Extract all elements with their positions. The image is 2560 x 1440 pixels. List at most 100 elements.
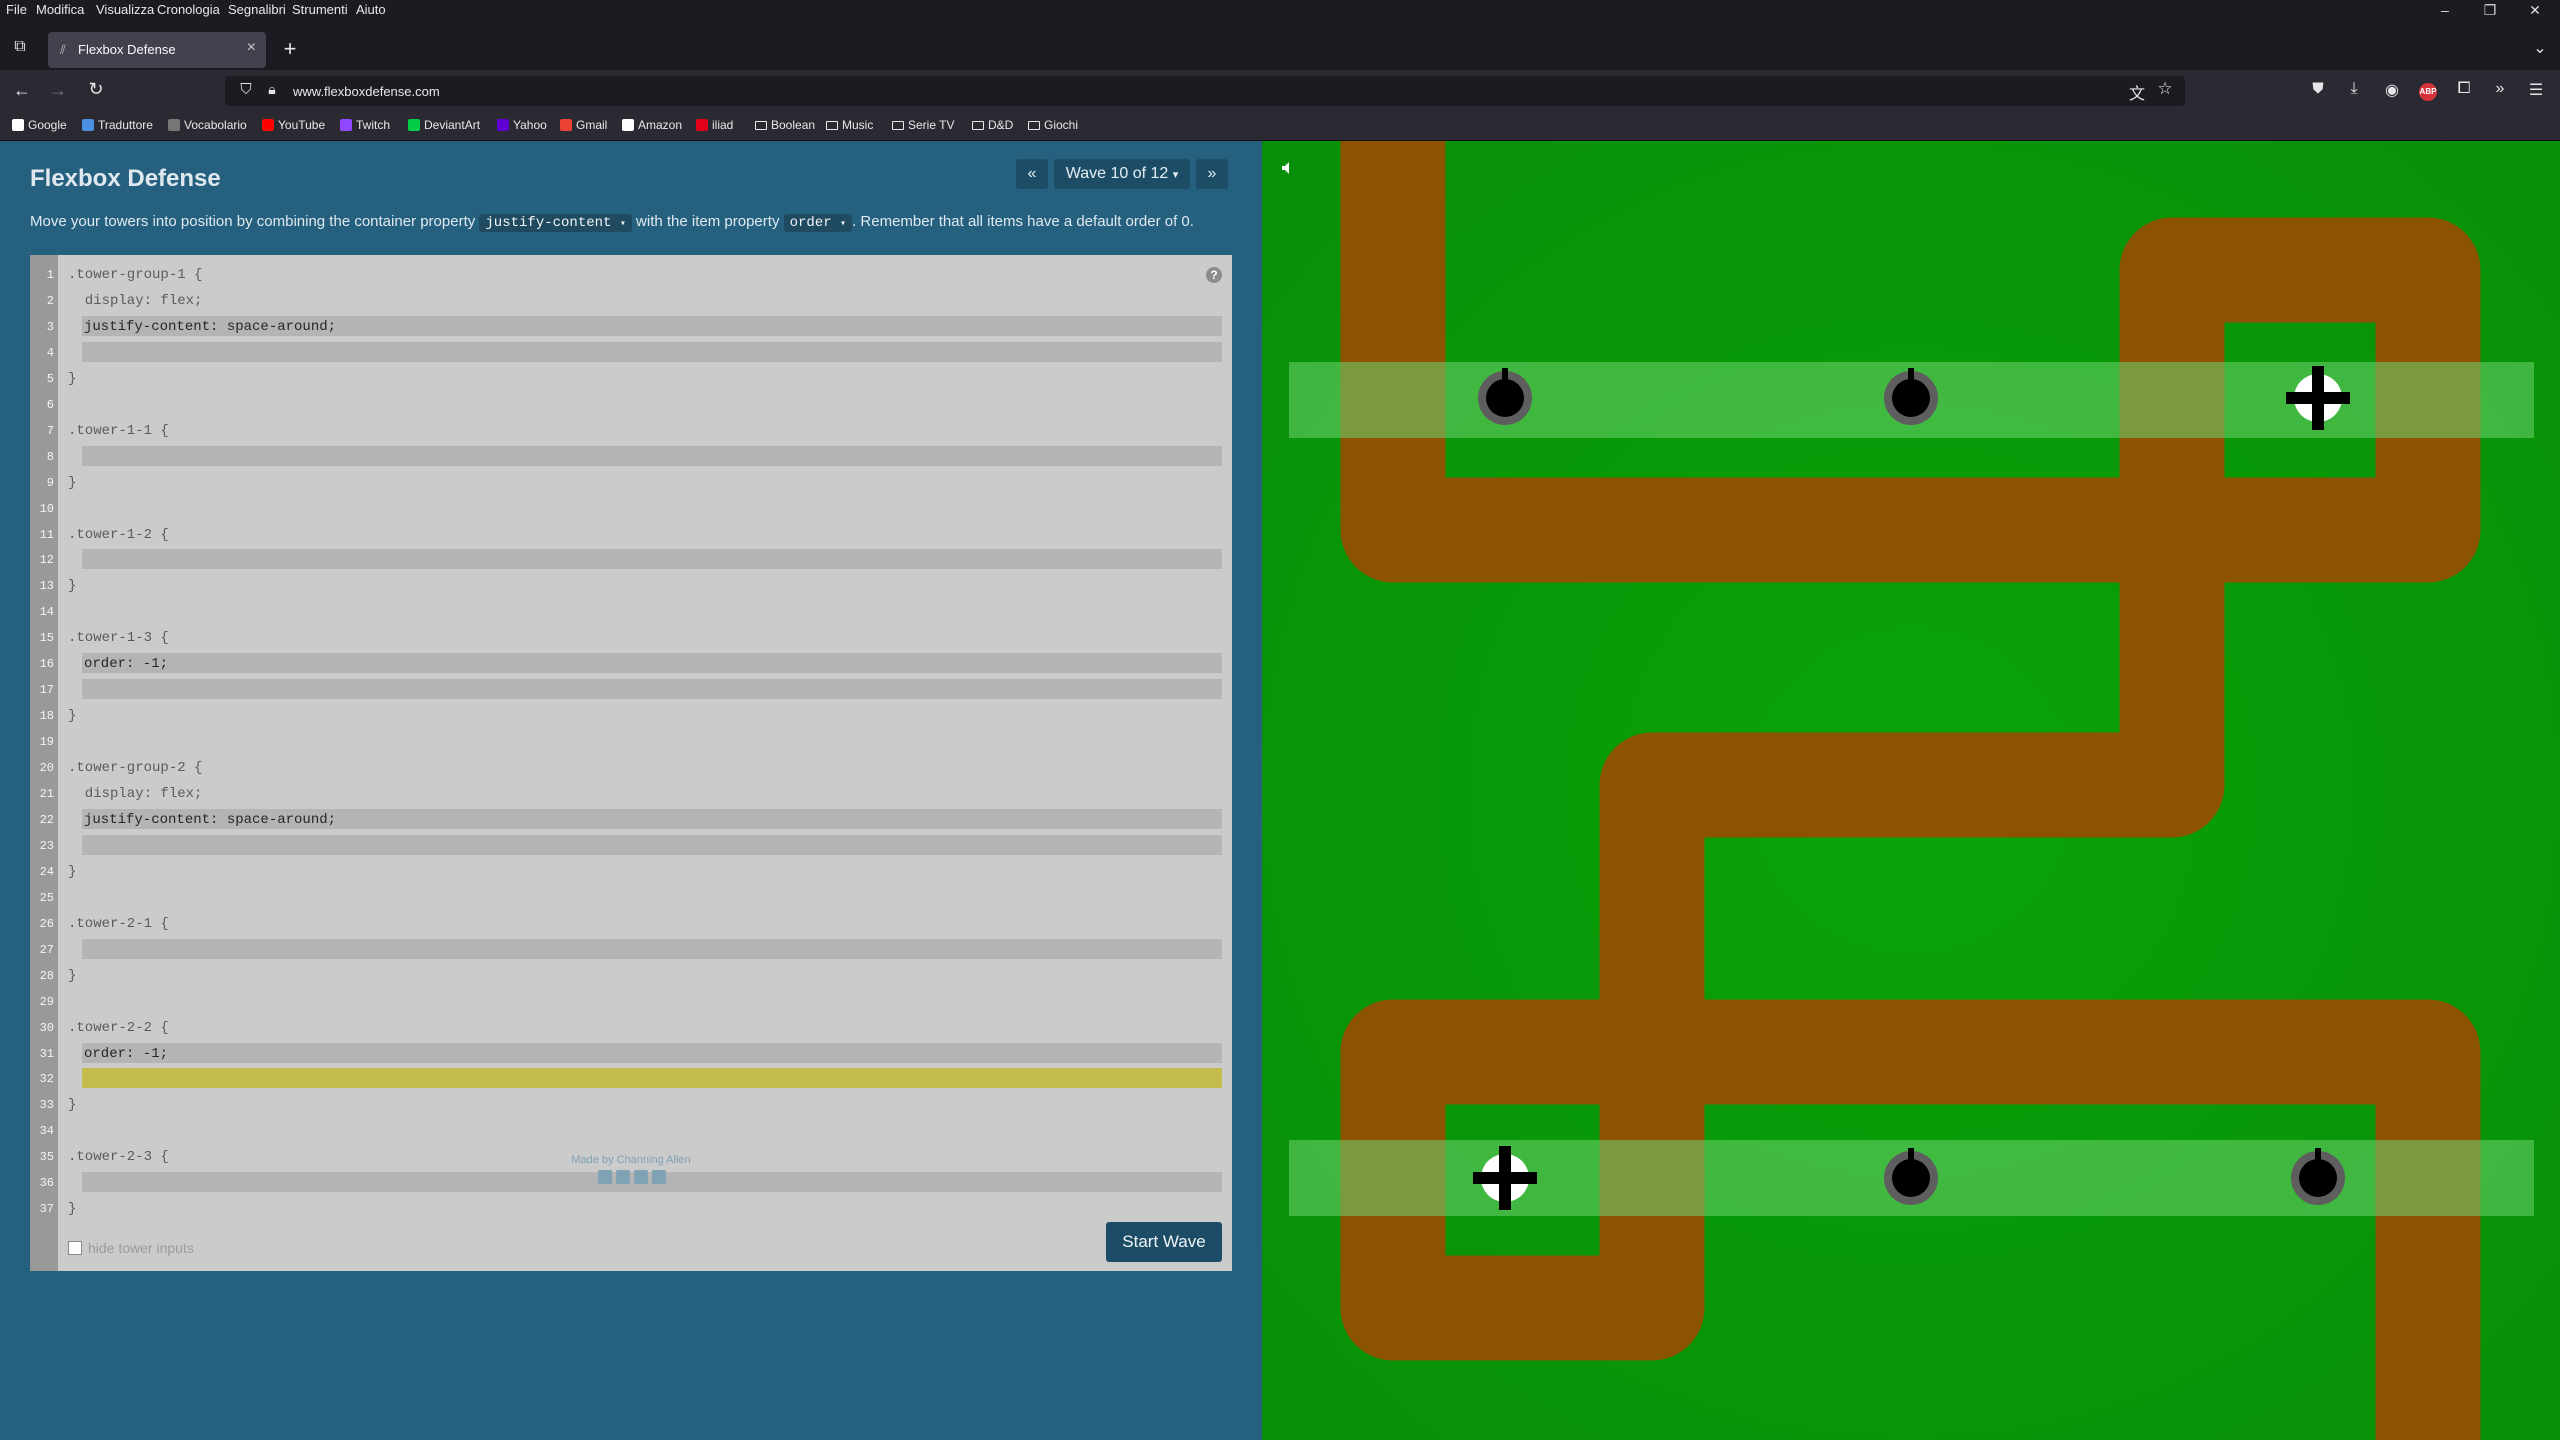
- code-input[interactable]: [82, 834, 1222, 855]
- code-input[interactable]: [82, 549, 1222, 570]
- code-line: }: [68, 863, 77, 880]
- bookmark-youtube[interactable]: YouTube: [262, 118, 325, 132]
- caret-down-icon: ▾: [840, 219, 847, 230]
- next-wave-button[interactable]: »: [1196, 159, 1228, 189]
- bookmark-star-icon[interactable]: ☆: [2155, 79, 2175, 99]
- code-input[interactable]: [82, 679, 1222, 700]
- bookmark-iliad[interactable]: iliad: [696, 118, 733, 132]
- iliad-icon: [696, 119, 708, 131]
- line-number: 36: [39, 1176, 54, 1191]
- shield-icon[interactable]: ⛉: [237, 81, 255, 98]
- menu-file[interactable]: File: [6, 2, 27, 17]
- bookmark-deviantart[interactable]: DeviantArt: [408, 118, 480, 132]
- hamburger-menu-icon[interactable]: ☰: [2524, 80, 2548, 100]
- minimize-icon[interactable]: –: [2425, 0, 2465, 20]
- close-window-icon[interactable]: ✕: [2515, 0, 2555, 20]
- tab-flexbox-defense[interactable]: ⫽ Flexbox Defense ×: [48, 32, 266, 68]
- code-input[interactable]: [82, 653, 1222, 674]
- tab-overview-icon[interactable]: ⧉: [8, 38, 32, 56]
- help-icon[interactable]: ?: [1206, 267, 1222, 283]
- bookmark-label: Serie TV: [908, 118, 955, 132]
- line-number: 11: [39, 527, 54, 542]
- css-editor: 1 2 3 4 5 6 7 8 9 10 11 12 13 14 15 16 17 18 19 20 21 22 23 24 2…: [30, 255, 1232, 1271]
- sound-icon[interactable]: [1280, 160, 1296, 176]
- line-number: 33: [39, 1098, 54, 1113]
- code-input-value: justify-content: space-around;: [84, 811, 337, 828]
- justify-content-label: justify-content: [485, 215, 612, 231]
- translate-icon[interactable]: 文: [2127, 80, 2147, 104]
- tab-strip: ⧉ ⫽ Flexbox Defense × + ⌄: [0, 30, 2560, 70]
- line-number: 27: [39, 942, 54, 957]
- close-tab-icon[interactable]: ×: [247, 39, 256, 57]
- bookmark-gmail[interactable]: Gmail: [560, 118, 607, 132]
- code-line: }: [68, 578, 77, 595]
- hide-tower-inputs-toggle[interactable]: hide tower inputs: [68, 1240, 194, 1256]
- bookmark-amazon[interactable]: Amazon: [622, 118, 682, 132]
- pocket-icon[interactable]: ⛊: [2306, 80, 2330, 97]
- account-icon[interactable]: ◉: [2380, 80, 2404, 100]
- line-number: 4: [46, 345, 54, 360]
- forward-icon[interactable]: →: [46, 80, 70, 101]
- bookmark-twitch[interactable]: Twitch: [340, 118, 390, 132]
- bookmark-boolean[interactable]: Boolean: [755, 118, 815, 132]
- menu-visualizza[interactable]: Visualizza: [96, 2, 154, 17]
- start-wave-button[interactable]: Start Wave: [1106, 1222, 1222, 1262]
- code-input[interactable]: [82, 1042, 1222, 1063]
- extensions-icon[interactable]: ⧠: [2452, 80, 2476, 98]
- code-input[interactable]: [82, 938, 1222, 959]
- menu-strumenti[interactable]: Strumenti: [292, 2, 348, 17]
- bookmark-label: Amazon: [638, 118, 683, 132]
- line-number: 32: [39, 1072, 54, 1087]
- bookmark-giochi[interactable]: Giochi: [1028, 118, 1078, 132]
- instructions: Move your towers into position by combin…: [30, 213, 1194, 232]
- menu-cronologia[interactable]: Cronologia: [157, 2, 220, 17]
- github-icon[interactable]: [652, 1170, 666, 1184]
- line-number: 37: [39, 1202, 54, 1217]
- url-bar[interactable]: ⛉ 🔒︎ www.flexboxdefense.com 文 ☆: [225, 76, 2185, 106]
- downloads-icon[interactable]: ⤓: [2342, 80, 2366, 98]
- facebook-icon[interactable]: [598, 1170, 612, 1184]
- bookmark-music[interactable]: Music: [826, 118, 873, 132]
- treccani-icon: [168, 119, 180, 131]
- bookmark-d-d[interactable]: D&D: [972, 118, 1013, 132]
- bookmark-label: Vocabolario: [184, 118, 247, 132]
- list-tabs-icon[interactable]: ⌄: [2528, 38, 2552, 58]
- line-number: 30: [39, 1020, 54, 1035]
- lock-icon[interactable]: 🔒︎: [263, 81, 281, 98]
- bookmark-vocabolario[interactable]: Vocabolario: [168, 118, 247, 132]
- line-number: 13: [39, 579, 54, 594]
- bookmark-label: Boolean: [771, 118, 816, 132]
- linkedin-icon[interactable]: [634, 1170, 648, 1184]
- adblock-icon[interactable]: ABP: [2419, 83, 2437, 101]
- order-dropdown[interactable]: order ▾: [783, 214, 853, 232]
- code-line: display: flex;: [68, 292, 203, 309]
- line-number: 29: [39, 994, 54, 1009]
- bookmark-yahoo[interactable]: Yahoo: [497, 118, 547, 132]
- code-input[interactable]: [82, 445, 1222, 466]
- hide-tower-inputs-checkbox[interactable]: [68, 1241, 82, 1255]
- menu-segnalibri[interactable]: Segnalibri: [228, 2, 286, 17]
- wave-select-button[interactable]: Wave 10 of 12 ▾: [1054, 159, 1190, 189]
- active-code-input[interactable]: [82, 1068, 1222, 1089]
- reload-icon[interactable]: ↻: [84, 79, 108, 100]
- bookmark-serie-tv[interactable]: Serie TV: [892, 118, 954, 132]
- justify-content-dropdown[interactable]: justify-content ▾: [479, 214, 632, 232]
- menu-aiuto[interactable]: Aiuto: [356, 2, 386, 17]
- overflow-icon[interactable]: »: [2488, 80, 2512, 98]
- line-number: 28: [39, 968, 54, 983]
- bookmark-traduttore[interactable]: Traduttore: [82, 118, 153, 132]
- bookmark-label: Traduttore: [98, 118, 153, 132]
- new-tab-icon[interactable]: +: [278, 36, 302, 62]
- bookmark-label: DeviantArt: [424, 118, 481, 132]
- bookmark-google[interactable]: Google: [12, 118, 67, 132]
- previous-wave-button[interactable]: «: [1016, 159, 1048, 189]
- hide-tower-inputs-label: hide tower inputs: [88, 1240, 194, 1256]
- menu-bar: File Modifica Visualizza Cronologia Segn…: [0, 0, 2560, 20]
- menu-modifica[interactable]: Modifica: [36, 2, 84, 17]
- game-board: [1262, 141, 2560, 1440]
- twitter-icon[interactable]: [616, 1170, 630, 1184]
- url-text[interactable]: www.flexboxdefense.com: [293, 84, 440, 99]
- code-input[interactable]: [82, 341, 1222, 362]
- back-icon[interactable]: ←: [10, 80, 34, 101]
- restore-icon[interactable]: ❐: [2470, 0, 2510, 20]
